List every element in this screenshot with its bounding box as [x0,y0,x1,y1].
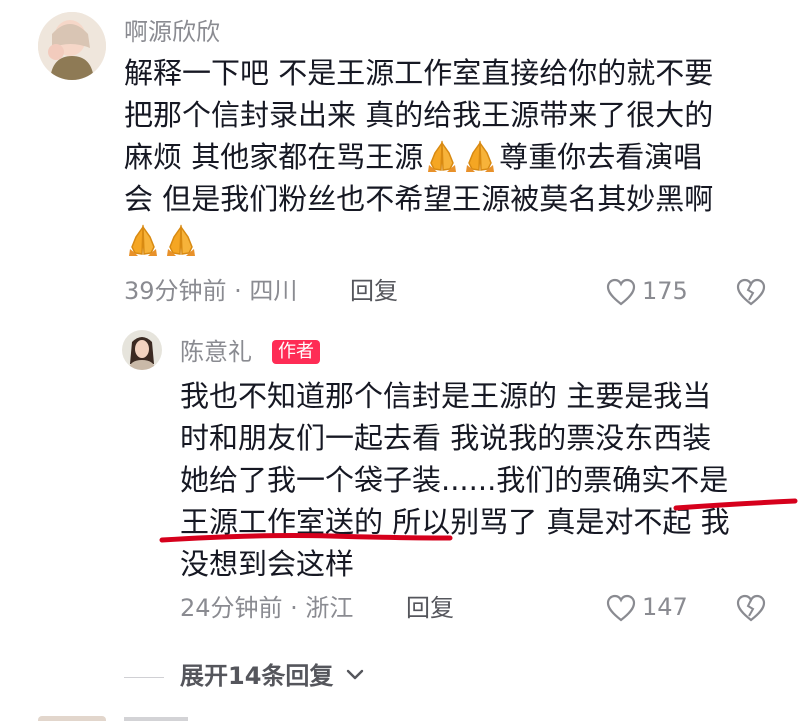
comment-line [124,220,774,262]
reply-line: 时和朋友们一起去看 我说我的票没东西装 [180,421,712,455]
expand-replies-label: 展开14条回复 [180,662,334,690]
comment-body: 解释一下吧 不是王源工作室直接给你的就不要 把那个信封录出来 真的给我王源带来了… [124,52,774,262]
reply-line: 她给了我一个袋子装......我们的票确实不是 [180,463,729,497]
reply-line: 王源工作室送的 所以别骂了 真是对不起 我 [180,505,730,539]
comment-dislike-button[interactable] [736,278,766,310]
praying-hands-emoji [164,223,198,257]
author-avatar[interactable] [122,330,162,370]
reply-time-location: 24分钟前 · 浙江 [180,594,354,622]
chevron-down-icon [346,669,363,680]
comment-line: 解释一下吧 不是王源工作室直接给你的就不要 [124,56,714,90]
commenter-username[interactable]: 啊源欣欣 [124,18,220,46]
author-badge: 作者 [272,340,320,364]
comment-time-location: 39分钟前 · 四川 [124,277,298,305]
reply-line: 我也不知道那个信封是王源的 主要是我当 [180,379,712,413]
reply-dislike-button[interactable] [736,594,766,626]
expand-replies-button[interactable]: 展开14条回复 [180,662,365,692]
broken-heart-icon [736,594,766,622]
comment-line: 把那个信封录出来 真的给我王源带来了很大的 [124,98,714,132]
comment-like-count: 175 [642,277,688,305]
comment-line-part: 尊重你去看演唱 [499,140,703,174]
heart-outline-icon [606,278,636,306]
comment-line-part: 麻烦 其他家都在骂王源 [124,140,424,174]
next-comment-username-partial [124,717,188,721]
next-comment-avatar-partial [38,716,106,721]
heart-outline-icon [606,594,636,622]
reply-line: 没想到会这样 [180,547,355,581]
comment-reply-button[interactable]: 回复 [350,277,398,305]
comment-line: 麻烦 其他家都在骂王源 尊重你去看演唱 [124,136,774,178]
reply-reply-button[interactable]: 回复 [406,594,454,622]
praying-hands-emoji [463,139,497,173]
comment-line: 会 但是我们粉丝也不希望王源被莫名其妙黑啊 [124,182,714,216]
reply-like-count: 147 [642,593,688,621]
praying-hands-emoji [126,223,160,257]
author-username[interactable]: 陈意礼 [180,338,252,366]
praying-hands-emoji [425,139,459,173]
commenter-avatar[interactable] [38,12,106,80]
broken-heart-icon [736,278,766,306]
reply-body: 我也不知道那个信封是王源的 主要是我当 时和朋友们一起去看 我说我的票没东西装 … [180,375,780,585]
expand-divider [124,677,164,678]
